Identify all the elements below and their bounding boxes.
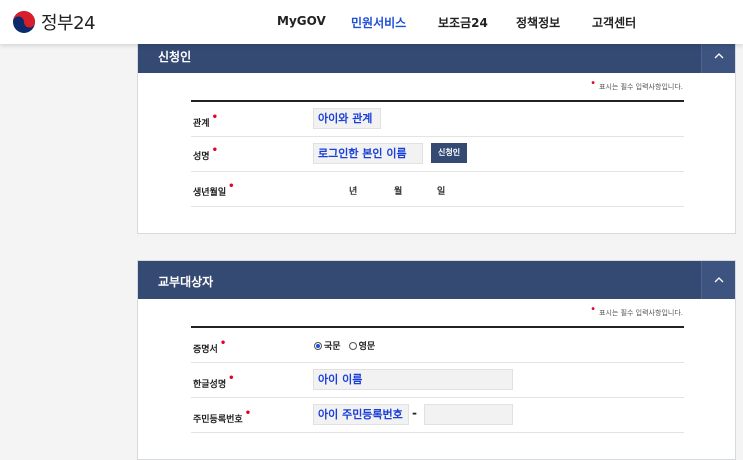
certificate-label: 증명서• xyxy=(193,338,227,355)
chevron-up-icon xyxy=(714,53,724,59)
target-panel: 교부대상자 • 표시는 필수 입력사항입니다. 증명서• 국문 영문 한글성명• … xyxy=(137,260,736,460)
applicant-button[interactable]: 신청인 xyxy=(431,143,468,163)
birth-row: 생년월일• 년 월 일 xyxy=(191,172,684,207)
required-note-text: 표시는 필수 입력사항입니다. xyxy=(599,309,683,317)
name-field[interactable]: 로그인한 본인 이름 xyxy=(313,143,423,164)
main-nav: MyGOV 민원서비스 보조금24 정책정보 고객센터 xyxy=(0,14,743,30)
korean-name-label: 한글성명• xyxy=(193,373,235,390)
name-row: 성명• 로그인한 본인 이름 신청인 xyxy=(191,137,684,172)
applicant-panel-title: 신청인 xyxy=(158,50,192,64)
top-navigation-bar: 정부24 MyGOV 민원서비스 보조금24 정책정보 고객센터 xyxy=(0,0,743,44)
rrn-separator: - xyxy=(412,406,417,420)
target-collapse-button[interactable] xyxy=(701,261,735,299)
nav-item-civil-service[interactable]: 민원서비스 xyxy=(351,14,406,31)
required-note: • 표시는 필수 입력사항입니다. xyxy=(590,304,683,318)
relation-row: 관계• 아이와 관계 xyxy=(191,102,684,137)
radio-english-label[interactable]: 영문 xyxy=(359,339,376,352)
korean-name-field[interactable]: 아이 이름 xyxy=(313,369,513,390)
nav-item-subsidy24[interactable]: 보조금24 xyxy=(438,14,488,31)
name-label: 성명• xyxy=(193,145,218,162)
rrn-row: 주민등록번호• 아이 주민등록번호 - xyxy=(191,398,684,433)
rrn-front-field[interactable]: 아이 주민등록번호 xyxy=(313,404,409,425)
relation-field[interactable]: 아이와 관계 xyxy=(313,108,381,129)
target-panel-title: 교부대상자 xyxy=(158,275,214,289)
radio-korean-label[interactable]: 국문 xyxy=(324,339,341,352)
certificate-language-group: 국문 영문 xyxy=(314,339,375,352)
applicant-collapse-button[interactable] xyxy=(701,39,735,73)
nav-item-customer-center[interactable]: 고객센터 xyxy=(592,14,636,31)
target-panel-header: 교부대상자 xyxy=(138,261,735,299)
rrn-back-field[interactable] xyxy=(424,404,513,425)
required-dot: • xyxy=(590,304,597,315)
relation-label: 관계• xyxy=(193,112,218,129)
radio-english[interactable] xyxy=(348,341,357,350)
rrn-label: 주민등록번호• xyxy=(193,408,252,425)
nav-item-mygov[interactable]: MyGOV xyxy=(277,14,326,28)
birth-day-unit: 일 xyxy=(437,187,446,197)
applicant-panel-header: 신청인 xyxy=(138,39,735,73)
nav-item-policy-info[interactable]: 정책정보 xyxy=(516,14,560,31)
chevron-up-icon xyxy=(714,277,724,283)
certificate-row: 증명서• 국문 영문 xyxy=(191,328,684,363)
required-note: • 표시는 필수 입력사항입니다. xyxy=(590,78,683,92)
korean-name-row: 한글성명• 아이 이름 xyxy=(191,363,684,398)
birth-year-unit: 년 xyxy=(349,187,358,197)
applicant-panel: 신청인 • 표시는 필수 입력사항입니다. 관계• 아이와 관계 성명• 로그인한… xyxy=(137,38,736,234)
birth-label: 생년월일• xyxy=(193,181,235,198)
required-dot: • xyxy=(590,78,597,89)
radio-korean[interactable] xyxy=(314,341,322,350)
birth-month-unit: 월 xyxy=(394,187,403,197)
required-note-text: 표시는 필수 입력사항입니다. xyxy=(599,83,683,91)
